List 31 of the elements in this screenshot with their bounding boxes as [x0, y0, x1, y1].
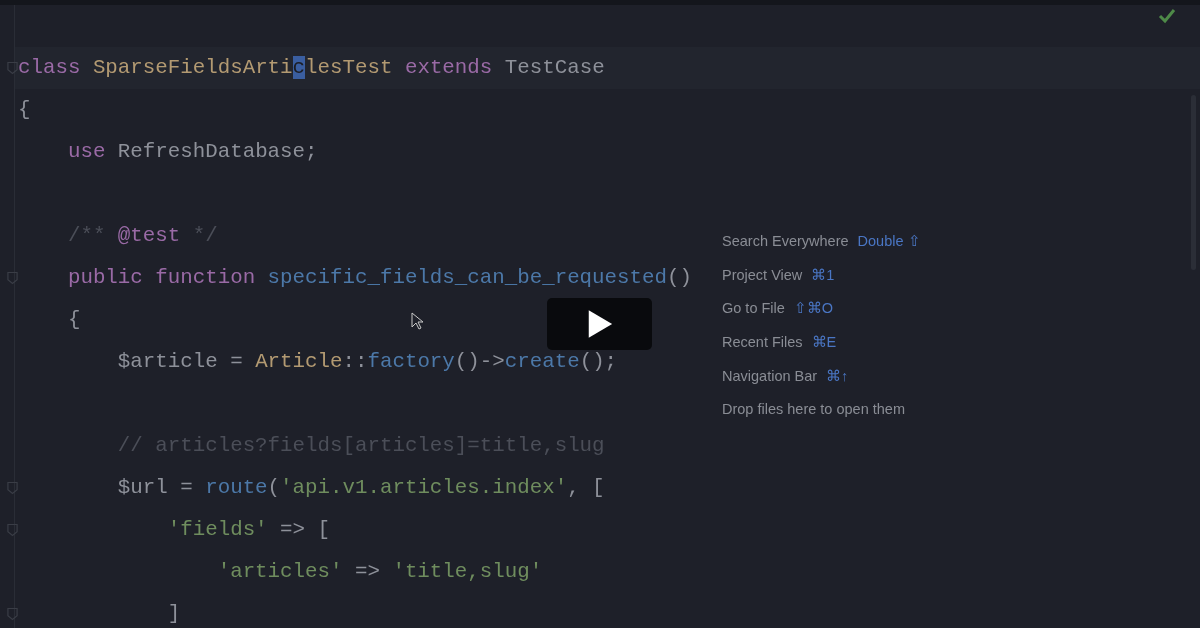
- hint-label: Recent Files: [722, 333, 803, 350]
- code-text: ]: [166, 601, 181, 627]
- code-text: use RefreshDatabase;: [66, 139, 318, 165]
- mouse-pointer-icon: [411, 312, 423, 330]
- shortcut-text: ⇧⌘O: [793, 300, 834, 317]
- fold-marker-icon[interactable]: [7, 523, 18, 537]
- hint-label: Go to File: [722, 300, 785, 317]
- shortcut-text: ⌘1: [811, 266, 835, 283]
- hint-label: Drop files here to open them: [722, 401, 905, 418]
- code-text: $url = route('api.v1.articles.index', [: [116, 475, 605, 501]
- hint-label: Navigation Bar: [722, 367, 818, 384]
- code-text: 'fields' => [: [166, 517, 330, 543]
- fold-marker-icon[interactable]: [7, 607, 18, 621]
- play-button[interactable]: [547, 298, 652, 350]
- code-text: public function specific_fields_can_be_requested(): [66, 265, 692, 291]
- shortcut-text: ⌘E: [811, 333, 837, 350]
- code-text: {: [66, 307, 81, 333]
- hint-label: Search Everywhere: [722, 232, 849, 249]
- fold-marker-icon[interactable]: [7, 271, 18, 285]
- code-text: {: [18, 97, 31, 123]
- hint-label: Project View: [722, 266, 803, 283]
- fold-marker-icon[interactable]: [7, 481, 18, 495]
- check-icon: [1158, 8, 1176, 24]
- code-text: class SparseFieldsArticlesTest extends TestCase: [18, 55, 605, 81]
- code-text: 'articles' => 'title,slug': [216, 559, 543, 585]
- fold-marker-icon[interactable]: [7, 61, 18, 75]
- play-icon: [586, 309, 613, 339]
- code-text: $article = Article::factory()->create();: [116, 349, 618, 375]
- shortcut-text: ⌘↑: [826, 367, 849, 384]
- shortcut-text: Double ⇧: [857, 232, 921, 249]
- code-text: /** @test */: [66, 223, 218, 249]
